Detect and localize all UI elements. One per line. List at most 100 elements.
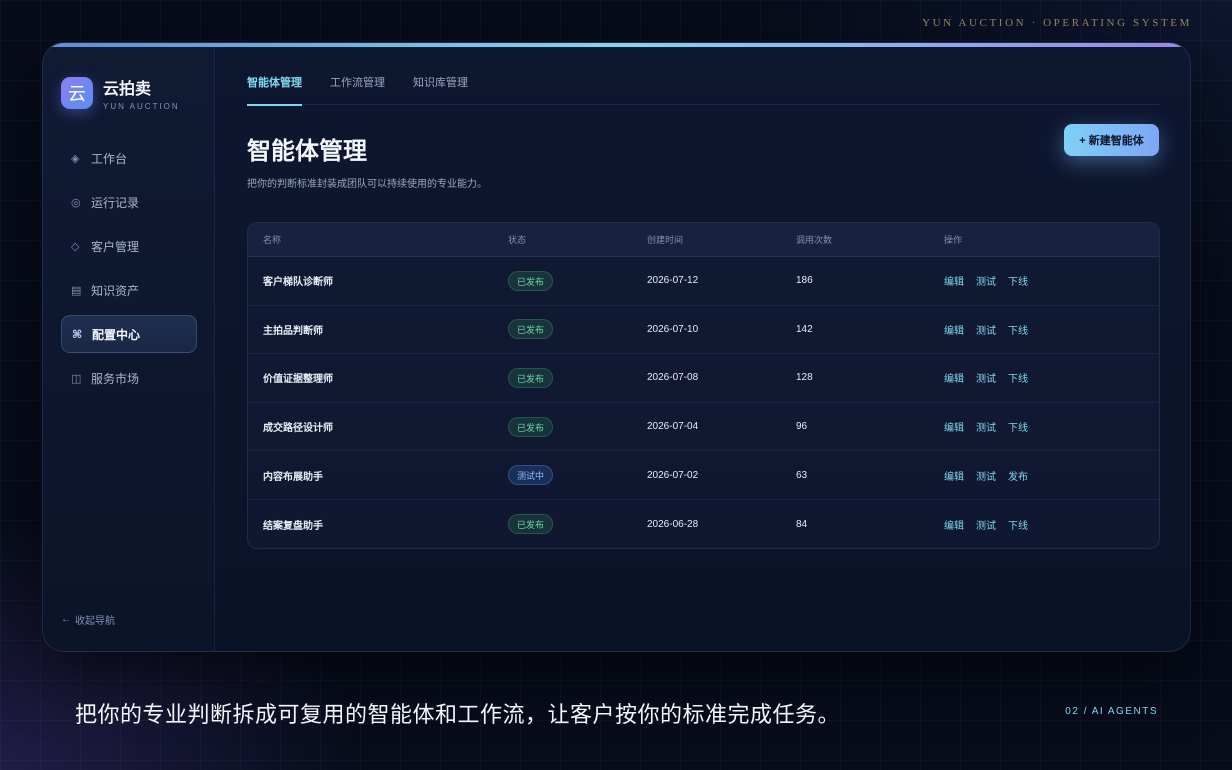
offline-link[interactable]: 下线 (1008, 370, 1028, 385)
sidebar-item-workbench[interactable]: ◈ 工作台 (61, 139, 197, 177)
sidebar-item-customers[interactable]: ◇ 客户管理 (61, 227, 197, 265)
row-actions: 编辑 测试 下线 (944, 370, 1159, 385)
logo-title: 云拍卖 (103, 81, 152, 98)
test-link[interactable]: 测试 (976, 517, 996, 532)
created-date: 2026-07-12 (647, 275, 699, 287)
status-badge: 测试中 (508, 465, 554, 486)
status-badge: 已发布 (508, 514, 554, 535)
column-header-name[interactable]: 名称 (248, 233, 508, 246)
publish-link[interactable]: 发布 (1008, 468, 1028, 483)
sidebar-item-config-center[interactable]: ⌘ 配置中心 (61, 315, 197, 353)
row-actions: 编辑 测试 下线 (944, 419, 1159, 434)
table-row[interactable]: 主拍品判断师 已发布 2026-07-10 142 编辑 测试 下线 (248, 306, 1159, 355)
status-cell: 已发布 (508, 319, 647, 340)
logo-icon: 云 (61, 77, 93, 109)
offline-link[interactable]: 下线 (1008, 517, 1028, 532)
edit-link[interactable]: 编辑 (944, 468, 964, 483)
agent-name: 客户梯队诊断师 (263, 277, 333, 289)
table-header: 名称 状态 创建时间 调用次数 操作 (248, 223, 1159, 257)
brand-header: YUN AUCTION · OPERATING SYSTEM (922, 17, 1192, 29)
table-row[interactable]: 内容布展助手 测试中 2026-07-02 63 编辑 测试 发布 (248, 451, 1159, 500)
agent-name: 价值证据整理师 (263, 374, 333, 386)
row-actions: 编辑 测试 下线 (944, 273, 1159, 288)
tab-workflow-management[interactable]: 工作流管理 (330, 69, 385, 105)
offline-link[interactable]: 下线 (1008, 322, 1028, 337)
test-link[interactable]: 测试 (976, 468, 996, 483)
tab-knowledge-base-management[interactable]: 知识库管理 (413, 69, 468, 105)
service-market-icon: ◫ (71, 372, 82, 385)
column-header-actions: 操作 (944, 235, 963, 245)
call-count: 63 (796, 469, 808, 481)
table-row[interactable]: 价值证据整理师 已发布 2026-07-08 128 编辑 测试 下线 (248, 354, 1159, 403)
created-date: 2026-07-08 (647, 372, 699, 384)
table-row[interactable]: 成交路径设计师 已发布 2026-07-04 96 编辑 测试 下线 (248, 403, 1159, 452)
edit-link[interactable]: 编辑 (944, 273, 964, 288)
main-content: 智能体管理 工作流管理 知识库管理 智能体管理 把你的判断标准封装成团队可以持续… (215, 47, 1190, 651)
edit-link[interactable]: 编辑 (944, 517, 964, 532)
new-agent-button[interactable]: + 新建智能体 (1064, 124, 1159, 156)
sidebar-item-run-logs[interactable]: ◎ 运行记录 (61, 183, 197, 221)
arrow-left-icon: ← (61, 614, 71, 625)
sidebar-item-knowledge-assets[interactable]: ▤ 知识资产 (61, 271, 197, 309)
call-count: 84 (796, 518, 808, 530)
agent-name: 内容布展助手 (263, 471, 323, 483)
row-actions: 编辑 测试 下线 (944, 517, 1159, 532)
logo[interactable]: 云 云拍卖 YUN AUCTION (61, 75, 180, 111)
edit-link[interactable]: 编辑 (944, 322, 964, 337)
logo-text: 云拍卖 YUN AUCTION (103, 75, 180, 111)
status-cell: 测试中 (508, 465, 647, 486)
knowledge-assets-icon: ▤ (71, 284, 82, 297)
column-header-calls[interactable]: 调用次数 (796, 233, 944, 246)
config-center-icon: ⌘ (72, 328, 83, 341)
sidebar-item-label: 配置中心 (92, 327, 141, 342)
sidebar-item-label: 服务市场 (91, 371, 140, 386)
status-badge: 已发布 (508, 270, 554, 291)
row-actions: 编辑 测试 下线 (944, 322, 1159, 337)
workbench-icon: ◈ (71, 152, 80, 165)
call-count: 96 (796, 421, 808, 433)
edit-link[interactable]: 编辑 (944, 370, 964, 385)
column-header-status[interactable]: 状态 (508, 233, 647, 246)
call-count: 142 (796, 323, 813, 335)
table-body: 客户梯队诊断师 已发布 2026-07-12 186 编辑 测试 下线 主拍品判断师 已发布 20… (248, 257, 1159, 548)
status-cell: 已发布 (508, 514, 647, 535)
sidebar-item-label: 工作台 (91, 151, 128, 166)
sidebar-item-label: 运行记录 (91, 195, 140, 210)
offline-link[interactable]: 下线 (1008, 273, 1028, 288)
agent-name: 成交路径设计师 (263, 423, 333, 435)
tab-agent-management[interactable]: 智能体管理 (247, 69, 302, 106)
page-description: 把你的判断标准封装成团队可以持续使用的专业能力。 (247, 179, 487, 190)
row-actions: 编辑 测试 发布 (944, 468, 1159, 483)
created-date: 2026-07-04 (647, 421, 699, 433)
sidebar-item-label: 客户管理 (91, 239, 140, 254)
test-link[interactable]: 测试 (976, 419, 996, 434)
sidebar-item-service-market[interactable]: ◫ 服务市场 (61, 359, 197, 397)
app-window: 云 云拍卖 YUN AUCTION ◈ 工作台 ◎ 运行记录 ◇ 客户管理 ▤ … (42, 42, 1191, 652)
call-count: 128 (796, 372, 813, 384)
page-title: 智能体管理 (247, 138, 367, 165)
status-cell: 已发布 (508, 416, 647, 437)
edit-link[interactable]: 编辑 (944, 419, 964, 434)
created-date: 2026-07-02 (647, 469, 699, 481)
customers-icon: ◇ (71, 240, 80, 253)
test-link[interactable]: 测试 (976, 273, 996, 288)
sidebar-item-label: 知识资产 (91, 283, 140, 298)
status-badge: 已发布 (508, 367, 554, 388)
sidebar: 云 云拍卖 YUN AUCTION ◈ 工作台 ◎ 运行记录 ◇ 客户管理 ▤ … (43, 47, 215, 651)
created-date: 2026-07-10 (647, 323, 699, 335)
sidebar-nav: ◈ 工作台 ◎ 运行记录 ◇ 客户管理 ▤ 知识资产 ⌘ 配置中心 ◫ 服务市场 (61, 139, 197, 403)
agent-name: 结案复盘助手 (263, 520, 323, 532)
footer-tagline: 把你的专业判断拆成可复用的智能体和工作流，让客户按你的标准完成任务。 (75, 702, 841, 727)
created-date: 2026-06-28 (647, 518, 699, 530)
test-link[interactable]: 测试 (976, 322, 996, 337)
column-header-created[interactable]: 创建时间 (647, 233, 796, 246)
test-link[interactable]: 测试 (976, 370, 996, 385)
run-logs-icon: ◎ (71, 196, 81, 209)
status-cell: 已发布 (508, 270, 647, 291)
table-row[interactable]: 客户梯队诊断师 已发布 2026-07-12 186 编辑 测试 下线 (248, 257, 1159, 306)
agent-name: 主拍品判断师 (263, 325, 323, 337)
status-cell: 已发布 (508, 367, 647, 388)
collapse-nav-button[interactable]: ← 收起导航 (61, 612, 115, 627)
table-row[interactable]: 结案复盘助手 已发布 2026-06-28 84 编辑 测试 下线 (248, 500, 1159, 548)
offline-link[interactable]: 下线 (1008, 419, 1028, 434)
